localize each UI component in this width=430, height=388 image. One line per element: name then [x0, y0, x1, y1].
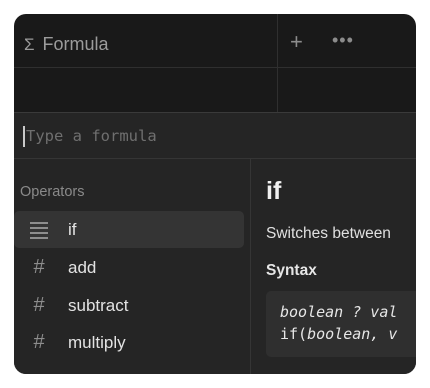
syntax-line-2-arg: boolean, v — [307, 325, 398, 343]
operator-label: multiply — [68, 333, 126, 352]
lines-icon — [30, 222, 48, 239]
operator-label: subtract — [68, 296, 129, 315]
add-column-icon[interactable]: + — [290, 31, 303, 53]
formula-window: Σ Formula + ••• Type a formula Operators… — [14, 14, 416, 374]
syntax-code-block: boolean ? val if(boolean, v — [266, 291, 416, 357]
syntax-line-2: if(boolean, v — [280, 325, 397, 343]
operator-item-multiply[interactable]: # multiply — [14, 324, 244, 361]
text-caret — [23, 126, 25, 147]
detail-description: Switches between — [266, 225, 391, 242]
number-icon: # — [33, 294, 45, 316]
number-icon: # — [33, 331, 45, 353]
operator-detail: if Switches between Syntax boolean ? val… — [251, 159, 416, 374]
operator-label: if — [68, 220, 77, 239]
operators-list: Operators if # add # subtract # multiply — [14, 159, 250, 374]
sigma-icon: Σ — [24, 34, 35, 54]
formula-placeholder: Type a formula — [26, 127, 157, 145]
column-divider — [277, 14, 278, 112]
detail-title: if — [266, 177, 282, 205]
column-title: Formula — [42, 34, 109, 54]
operator-item-add[interactable]: # add — [14, 249, 244, 286]
syntax-line-2-prefix: if( — [280, 325, 308, 343]
formula-editor-panel: Type a formula Operators if # add # subt… — [14, 112, 416, 374]
table-header-row: Σ Formula + ••• — [14, 14, 416, 68]
operator-item-subtract[interactable]: # subtract — [14, 287, 244, 324]
syntax-title: Syntax — [266, 262, 317, 279]
syntax-line-1: boolean ? val — [280, 303, 398, 321]
operator-item-if[interactable]: if — [14, 211, 244, 248]
operators-section-title: Operators — [20, 184, 85, 200]
more-options-icon[interactable]: ••• — [332, 30, 354, 51]
formula-column-header[interactable]: Σ Formula — [24, 34, 109, 55]
number-icon: # — [33, 256, 45, 278]
formula-input[interactable]: Type a formula — [14, 113, 416, 159]
operator-label: add — [68, 258, 97, 277]
